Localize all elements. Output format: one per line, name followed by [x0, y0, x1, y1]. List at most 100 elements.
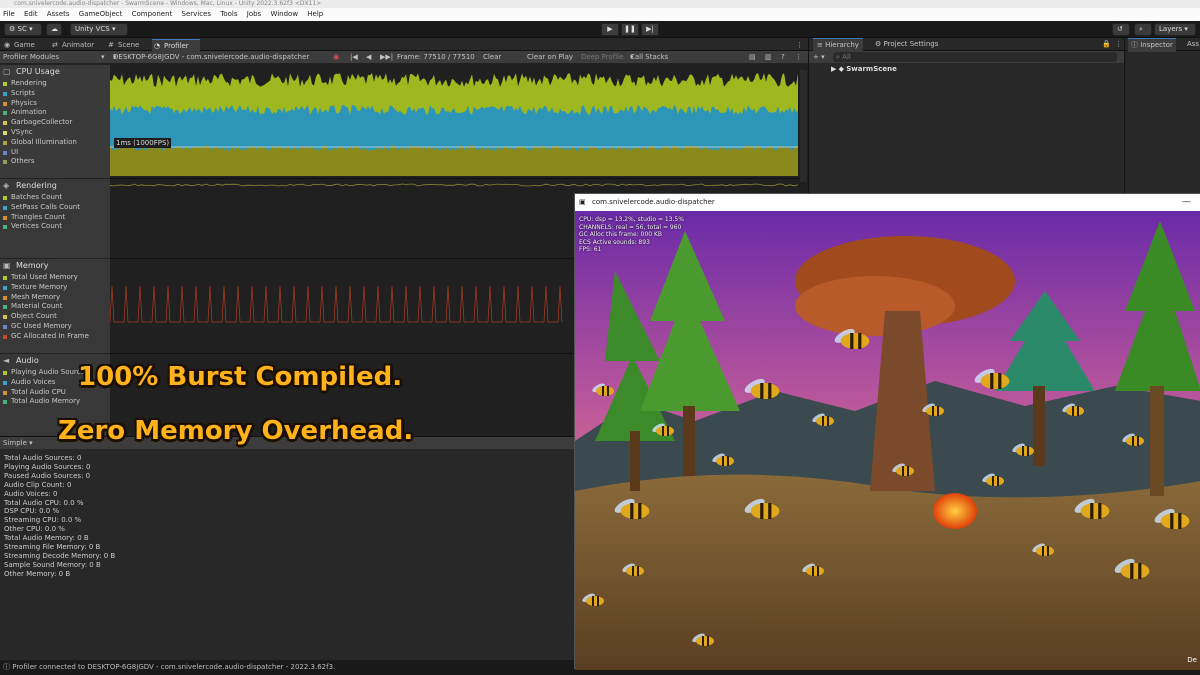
history-icon[interactable]: ↺ [1112, 23, 1130, 36]
swatch [3, 91, 7, 96]
step-button[interactable]: ▶| [641, 23, 659, 36]
counter-audio-memory[interactable]: Total Audio Memory [0, 397, 110, 407]
swatch [3, 324, 7, 329]
menu-jobs[interactable]: Jobs [247, 10, 261, 18]
memory-module[interactable]: ▣ Memory Total Used Memory Texture Memory… [0, 258, 110, 353]
counter-texture[interactable]: Texture Memory [0, 283, 110, 293]
tab-asset[interactable]: Ass [1187, 38, 1199, 51]
game-viewport[interactable] [575, 211, 1200, 670]
menu-help[interactable]: Help [307, 10, 323, 18]
tab-scene-label: Scene [118, 41, 140, 49]
menu-services[interactable]: Services [182, 10, 212, 18]
swatch [3, 111, 7, 116]
profiler-toolbar: Profiler Modules ▾ DESKTOP-6G8JGDV - com… [0, 51, 808, 64]
counter-object[interactable]: Object Count [0, 312, 110, 322]
swatch [3, 121, 7, 126]
hierarchy-search-input[interactable]: ⌕ All [833, 52, 1117, 62]
minimize-icon[interactable]: — [1182, 194, 1191, 211]
counter-label: Vertices Count [11, 222, 62, 231]
swatch [3, 101, 7, 106]
deep-profile-button[interactable]: Deep Profile [581, 51, 623, 64]
layers-dropdown[interactable]: Layers ▾ [1154, 23, 1196, 36]
menu-window[interactable]: Window [270, 10, 298, 18]
game-window-titlebar: ▣ com.snivelercode.audio-dispatcher — [575, 194, 1200, 211]
tab-game[interactable]: ◉ Game [2, 39, 42, 51]
window-title: com.snivelercode.audio-dispatcher - Swar… [0, 0, 1200, 8]
clear-on-play-button[interactable]: Clear on Play [527, 51, 573, 64]
scene-icon: # [108, 41, 114, 49]
pause-button[interactable]: ❚❚ [621, 23, 639, 36]
counter-physics[interactable]: Physics [0, 99, 110, 109]
counter-setpass[interactable]: SetPass Calls Count [0, 203, 110, 213]
menu-assets[interactable]: Assets [47, 10, 70, 18]
view-mode-dropdown[interactable]: Simple ▾ [3, 439, 33, 447]
current-frame-icon[interactable]: ▶▶| [380, 51, 393, 64]
vcs-dropdown[interactable]: Unity VCS ▾ [70, 23, 128, 36]
settings-icon[interactable]: ⋮ [795, 51, 802, 64]
graph-scrollbar[interactable] [800, 70, 807, 182]
menu-component[interactable]: Component [132, 10, 173, 18]
cpu-module[interactable]: ▢ CPU Usage Rendering Scripts Physics Ani… [0, 64, 110, 178]
kebab-menu-icon[interactable]: ⋮ [794, 39, 804, 51]
counter-material[interactable]: Material Count [0, 302, 110, 312]
call-stacks-dropdown[interactable]: Call Stacks ▾ [630, 51, 668, 64]
kebab-menu-icon[interactable]: ⋮ [1115, 38, 1122, 51]
menu-file[interactable]: File [3, 10, 15, 18]
tab-hierarchy-label: Hierarchy [825, 41, 859, 49]
play-button[interactable]: ▶ [601, 23, 619, 36]
tab-profiler[interactable]: ◔ Profiler [152, 39, 200, 51]
gamepad-icon: ◉ [4, 41, 11, 49]
layers-label: Layers [1159, 25, 1183, 33]
counter-total-used[interactable]: Total Used Memory [0, 273, 110, 283]
chevron-right-icon[interactable]: ▶ [831, 65, 836, 73]
counter-ui[interactable]: UI [0, 148, 110, 158]
first-frame-icon[interactable]: |◀ [350, 51, 358, 64]
counter-gc[interactable]: GarbageCollector [0, 118, 110, 128]
tab-animator[interactable]: ⇄ Animator [50, 39, 102, 51]
counter-vertices[interactable]: Vertices Count [0, 222, 110, 232]
hierarchy-toolbar: + ▾ ⌕ All [809, 51, 1125, 63]
tab-project-settings[interactable]: ⚙ Project Settings [875, 38, 938, 51]
rendering-module[interactable]: ◈ Rendering Batches Count SetPass Calls C… [0, 178, 110, 258]
game-window[interactable]: ▣ com.snivelercode.audio-dispatcher — CP… [574, 193, 1200, 670]
counter-gc-used[interactable]: GC Used Memory [0, 322, 110, 332]
swatch [3, 150, 7, 155]
cloud-icon[interactable]: ☁ [46, 23, 62, 36]
counter-triangles[interactable]: Triangles Count [0, 213, 110, 223]
tab-inspector[interactable]: ⓘ Inspector [1128, 38, 1176, 52]
menu-tools[interactable]: Tools [220, 10, 237, 18]
audio-stats-list: Total Audio Sources: 0 Playing Audio Sour… [4, 454, 115, 579]
target-dropdown[interactable]: DESKTOP-6G8JGDV - com.snivelercode.audio… [113, 51, 309, 64]
counter-gc-alloc[interactable]: GC Allocated In Frame [0, 332, 110, 342]
view-mode-label: Simple [3, 439, 27, 447]
search-icon[interactable]: ⌕ [1134, 23, 1152, 36]
counter-label: Total Audio CPU [11, 387, 66, 396]
help-icon[interactable]: ? [781, 51, 785, 64]
hierarchy-panel: ≡ Hierarchy ⚙ Project Settings 🔒 ⋮ + ▾ ⌕… [808, 38, 1125, 193]
counter-mesh[interactable]: Mesh Memory [0, 293, 110, 303]
rendering-module-header: ◈ Rendering [0, 179, 110, 193]
counter-rendering[interactable]: Rendering [0, 79, 110, 89]
hierarchy-root-item[interactable]: ▶ ◆ SwarmScene [831, 64, 897, 74]
record-icon[interactable]: ◉ [333, 51, 339, 64]
chevron-down-icon: ▾ [101, 53, 105, 61]
counter-others[interactable]: Others [0, 157, 110, 167]
account-dropdown[interactable]: ⚙ SC ▾ [4, 23, 42, 36]
counter-gi[interactable]: Global Illumination [0, 138, 110, 148]
counter-animation[interactable]: Animation [0, 108, 110, 118]
game-window-title: com.snivelercode.audio-dispatcher [592, 198, 715, 206]
prev-frame-icon[interactable]: ◀ [366, 51, 371, 64]
add-icon[interactable]: + ▾ [813, 51, 825, 63]
lock-icon[interactable]: 🔒 [1102, 38, 1111, 51]
counter-batches[interactable]: Batches Count [0, 193, 110, 203]
counter-vsync[interactable]: VSync [0, 128, 110, 138]
menu-gameobject[interactable]: GameObject [79, 10, 123, 18]
tab-hierarchy[interactable]: ≡ Hierarchy [813, 38, 863, 52]
tab-scene[interactable]: # Scene [106, 39, 146, 51]
load-icon[interactable]: ▤ [749, 51, 756, 64]
clear-button[interactable]: Clear [483, 51, 501, 64]
swatch [3, 160, 7, 165]
menu-edit[interactable]: Edit [24, 10, 38, 18]
save-icon[interactable]: ▥ [765, 51, 772, 64]
counter-scripts[interactable]: Scripts [0, 89, 110, 99]
